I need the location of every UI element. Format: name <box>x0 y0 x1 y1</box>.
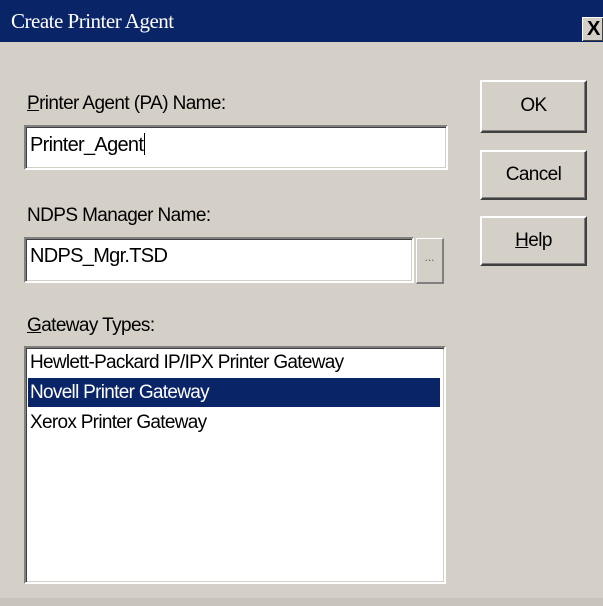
list-item-novell-gateway[interactable]: Novell Printer Gateway <box>28 378 440 407</box>
cancel-button[interactable]: Cancel <box>480 150 587 200</box>
manager-name-field[interactable]: NDPS_Mgr.TSD <box>24 237 414 283</box>
pa-name-field[interactable]: Printer_Agent <box>24 125 448 170</box>
ellipsis-icon: ... <box>424 250 435 264</box>
browse-button[interactable]: ... <box>416 238 444 284</box>
help-button[interactable]: Help <box>480 216 587 266</box>
gateway-types-label: Gateway Types: <box>27 315 155 337</box>
pa-name-label: Printer Agent (PA) Name: <box>27 93 226 115</box>
gateway-types-label-mnemonic: G <box>27 315 42 336</box>
ok-button[interactable]: OK <box>480 80 587 133</box>
window-title: Create Printer Agent <box>11 9 174 33</box>
gateway-types-label-text: ateway Types: <box>41 315 155 336</box>
pa-name-label-text: rinter Agent (PA) Name: <box>39 93 226 114</box>
bottom-edge <box>0 598 603 606</box>
gateway-types-list[interactable]: Hewlett-Packard IP/IPX Printer Gateway N… <box>24 346 446 584</box>
text-caret <box>144 133 146 155</box>
close-icon: X <box>587 18 601 40</box>
manager-name-label: NDPS Manager Name: <box>27 205 211 226</box>
pa-name-label-mnemonic: P <box>27 93 40 114</box>
help-button-mnemonic: H <box>515 230 529 251</box>
list-item-hp-gateway[interactable]: Hewlett-Packard IP/IPX Printer Gateway <box>28 348 440 377</box>
list-item-xerox-gateway[interactable]: Xerox Printer Gateway <box>28 408 440 437</box>
cancel-button-label: Cancel <box>505 164 562 185</box>
help-button-label: Help <box>515 218 552 264</box>
create-printer-agent-dialog: Create Printer Agent X Printer Agent (PA… <box>0 0 603 606</box>
help-button-text: elp <box>528 230 552 251</box>
manager-name-input-value: NDPS_Mgr.TSD <box>30 245 168 267</box>
pa-name-input-text: Printer_Agent <box>30 134 144 156</box>
pa-name-input-value: Printer_Agent <box>30 133 146 157</box>
title-bar[interactable]: Create Printer Agent <box>0 0 603 42</box>
close-button[interactable]: X <box>582 17 603 41</box>
ok-button-label: OK <box>520 95 547 116</box>
